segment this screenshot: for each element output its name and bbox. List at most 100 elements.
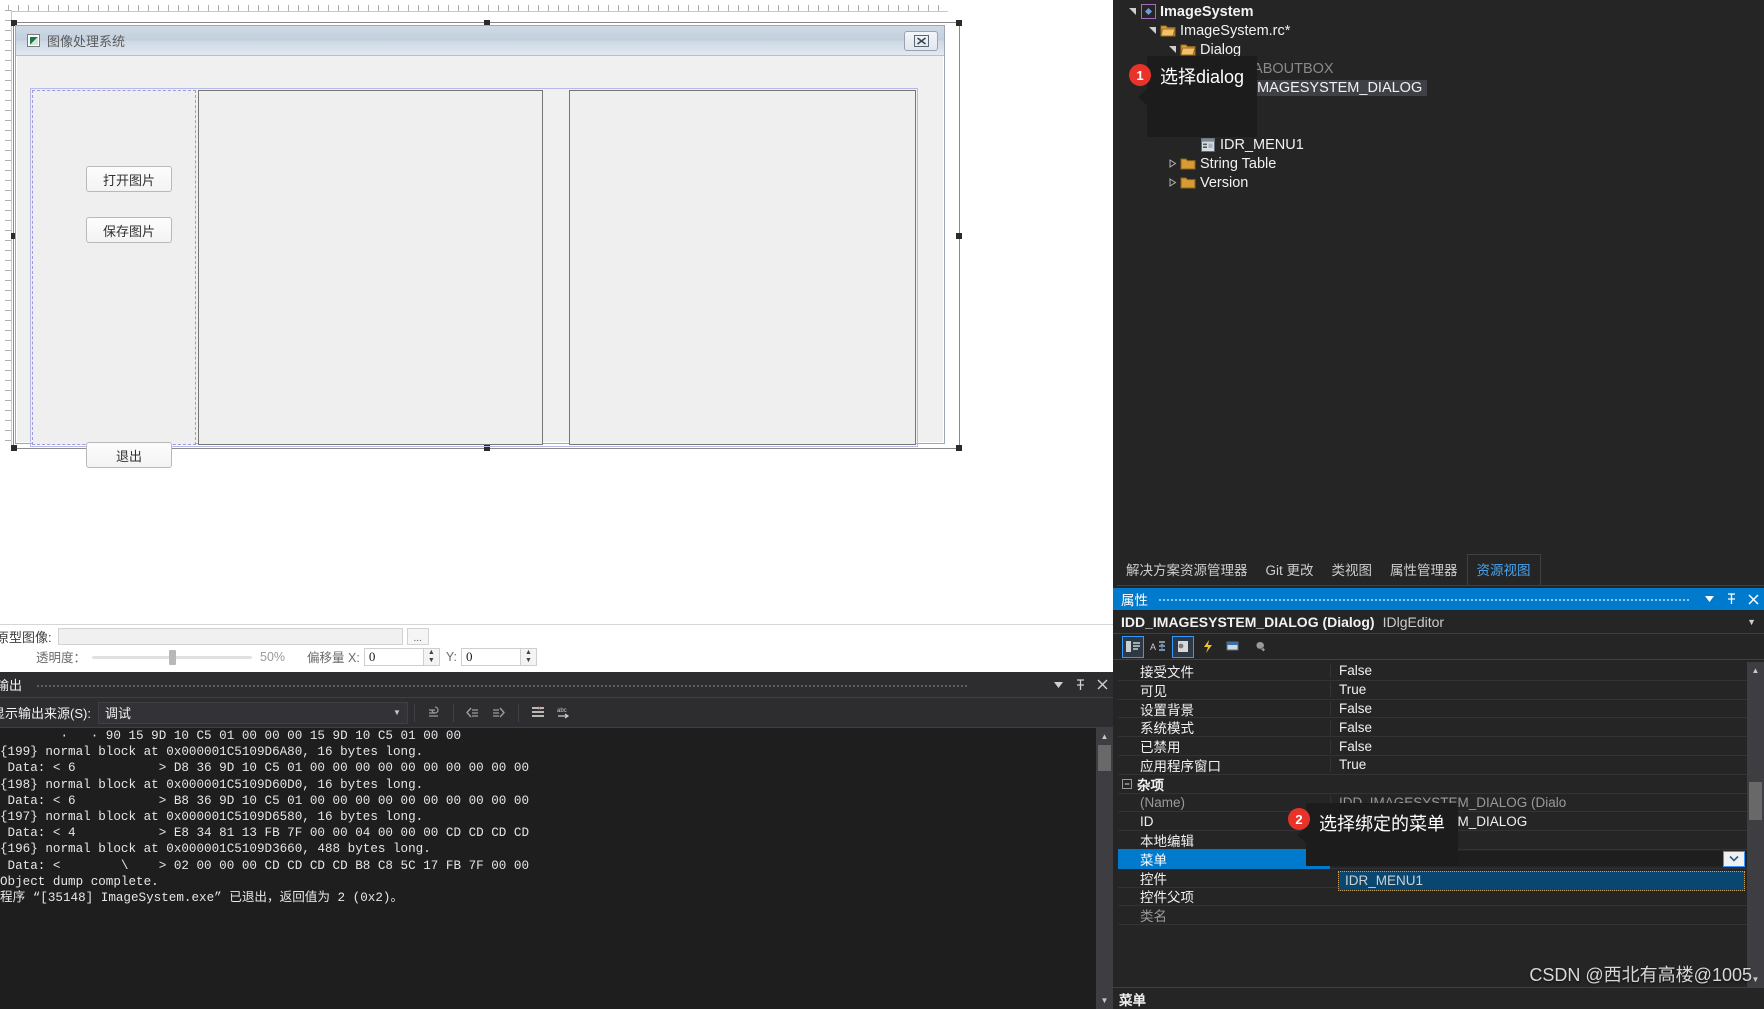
close-icon[interactable]	[904, 31, 938, 51]
property-value[interactable]: False	[1330, 663, 1747, 679]
chevron-down-icon[interactable]: ▼	[393, 708, 401, 717]
offset-y-spin-buttons[interactable]: ▲ ▼	[520, 647, 537, 666]
scrollbar-thumb[interactable]	[1749, 782, 1762, 820]
resize-handle-sw[interactable]	[11, 445, 17, 451]
property-value[interactable]: True	[1330, 757, 1747, 773]
tree-item-imagesystem[interactable]: ImageSystem	[1119, 2, 1764, 21]
pin-icon[interactable]	[1069, 674, 1091, 696]
design-dialog[interactable]: 图像处理系统 打开图片 保存图片 退出	[15, 25, 945, 468]
property-wrench-icon[interactable]	[1247, 636, 1269, 658]
events-icon[interactable]	[1197, 636, 1219, 658]
dialog-designer-surface[interactable]: 图像处理系统 打开图片 保存图片 退出 原型图像: ... 透明度： 50% 偏…	[0, 0, 1113, 757]
go-to-next-icon[interactable]	[486, 702, 512, 724]
property-row[interactable]: 接受文件 False	[1118, 662, 1747, 681]
property-name: 接受文件	[1140, 664, 1194, 680]
tree-item-version[interactable]: Version	[1119, 173, 1764, 192]
property-pages-icon[interactable]	[1172, 635, 1194, 658]
spin-down-icon[interactable]: ▼	[428, 657, 435, 664]
property-row[interactable]: 可见 True	[1118, 681, 1747, 700]
output-scrollbar[interactable]: ▲ ▼	[1096, 728, 1113, 1009]
menu-dropdown-option[interactable]: IDR_MENU1	[1338, 870, 1745, 891]
resize-handle-s[interactable]	[483, 445, 490, 451]
browse-button[interactable]: ...	[406, 628, 429, 645]
resize-handle-e[interactable]	[956, 232, 962, 239]
close-icon[interactable]	[1091, 674, 1113, 696]
tree-item-idr-menu1[interactable]: IDR_MENU1	[1119, 135, 1764, 154]
offset-y-stepper[interactable]: 0 ▲ ▼	[460, 647, 537, 666]
property-value[interactable]: False	[1330, 700, 1747, 716]
chevron-down-icon[interactable]	[1125, 7, 1139, 16]
save-image-button[interactable]: 保存图片	[86, 217, 172, 243]
property-row[interactable]: 设置背景 False	[1118, 700, 1747, 719]
offset-y-input[interactable]: 0	[460, 647, 521, 666]
output-drag-area[interactable]	[22, 672, 1047, 698]
categorized-icon[interactable]	[1122, 635, 1144, 658]
spin-up-icon[interactable]: ▲	[525, 649, 532, 656]
prototype-image-toolbar[interactable]: 原型图像: ... 透明度： 50% 偏移量 X: 0 ▲ ▼ Y: 0 ▲ ▼	[0, 624, 1113, 666]
offset-x-stepper[interactable]: 0 ▲ ▼	[363, 647, 440, 666]
chevron-down-icon[interactable]: ▼	[1747, 617, 1756, 627]
property-row[interactable]: 应用程序窗口 True	[1118, 756, 1747, 775]
scroll-up-icon[interactable]: ▲	[1096, 728, 1113, 745]
scroll-down-icon[interactable]: ▼	[1096, 992, 1113, 1009]
property-row[interactable]: − 杂项	[1118, 775, 1747, 794]
dock-tab-strip[interactable]: 解决方案资源管理器 Git 更改 类视图 属性管理器 资源视图	[1117, 554, 1764, 586]
open-image-button[interactable]: 打开图片	[86, 166, 172, 192]
chevron-down-icon[interactable]	[1145, 26, 1159, 35]
toggle-word-wrap-icon[interactable]: x	[525, 702, 551, 724]
chevron-right-icon[interactable]	[1165, 178, 1179, 187]
resize-handle-se[interactable]	[956, 445, 962, 451]
dropdown-icon[interactable]	[1047, 674, 1069, 696]
ruler-tick	[658, 5, 659, 11]
dock-tab-3[interactable]: 属性管理器	[1381, 555, 1467, 585]
ruler-tick	[5, 390, 11, 391]
go-to-previous-icon[interactable]	[460, 702, 486, 724]
offset-x-spin-buttons[interactable]: ▲ ▼	[423, 647, 440, 666]
property-row[interactable]: 已禁用 False	[1118, 737, 1747, 756]
resize-handle-ne[interactable]	[956, 20, 962, 26]
tree-item-imagesystem-rc[interactable]: ImageSystem.rc*	[1119, 21, 1764, 40]
prototype-image-input[interactable]	[57, 628, 403, 645]
pin-icon[interactable]	[1720, 593, 1742, 605]
chevron-right-icon[interactable]	[1165, 159, 1179, 168]
property-value[interactable]: False	[1330, 719, 1747, 735]
exit-button[interactable]: 退出	[86, 442, 172, 468]
tree-item-string-table[interactable]: String Table	[1119, 154, 1764, 173]
left-control-group[interactable]: 打开图片 保存图片 退出	[32, 90, 196, 468]
properties-toolbar[interactable]: A	[1113, 634, 1764, 660]
clear-output-icon[interactable]	[421, 702, 447, 724]
close-icon[interactable]	[1742, 593, 1764, 605]
ruler-tick	[198, 5, 199, 11]
property-row[interactable]: 系统模式 False	[1118, 718, 1747, 738]
properties-scrollbar[interactable]: ▲ ▼	[1747, 662, 1764, 1009]
chevron-down-icon[interactable]	[1723, 850, 1745, 867]
property-value[interactable]: False	[1330, 738, 1747, 754]
dock-tab-1[interactable]: Git 更改	[1257, 555, 1323, 585]
result-image-picture-control[interactable]	[569, 90, 916, 445]
source-image-picture-control[interactable]	[198, 90, 543, 445]
property-value[interactable]: True	[1330, 682, 1747, 698]
spin-down-icon[interactable]: ▼	[525, 657, 532, 664]
output-toolbar[interactable]: 显示输出来源(S): 调试 ▼ x abc	[0, 698, 1113, 728]
output-source-select[interactable]: 调试 ▼	[97, 701, 408, 724]
offset-x-input[interactable]: 0	[363, 647, 424, 666]
dock-tab-2[interactable]: 类视图	[1323, 555, 1382, 585]
dock-tab-0[interactable]: 解决方案资源管理器	[1117, 555, 1257, 585]
spin-up-icon[interactable]: ▲	[428, 649, 435, 656]
chevron-down-icon[interactable]	[1165, 45, 1179, 54]
transparency-slider[interactable]	[92, 649, 253, 665]
dock-tab-4[interactable]: 资源视图	[1466, 554, 1541, 585]
scrollbar-thumb[interactable]	[1098, 745, 1111, 771]
property-row[interactable]: 类名	[1118, 906, 1747, 926]
properties-drag-area[interactable]	[1148, 588, 1698, 610]
scroll-up-icon[interactable]: ▲	[1747, 662, 1764, 678]
dropdown-icon[interactable]	[1698, 596, 1720, 602]
slider-thumb[interactable]	[169, 649, 177, 665]
collapse-icon[interactable]: −	[1122, 778, 1132, 789]
alphabetical-icon[interactable]: A	[1147, 636, 1169, 658]
messages-icon[interactable]	[1222, 636, 1244, 658]
find-icon[interactable]: abc	[551, 702, 577, 724]
ruler-tick	[98, 5, 99, 11]
rc-file-icon	[1159, 24, 1177, 37]
properties-object-selector[interactable]: IDD_IMAGESYSTEM_DIALOG (Dialog) IDlgEdit…	[1113, 610, 1764, 634]
